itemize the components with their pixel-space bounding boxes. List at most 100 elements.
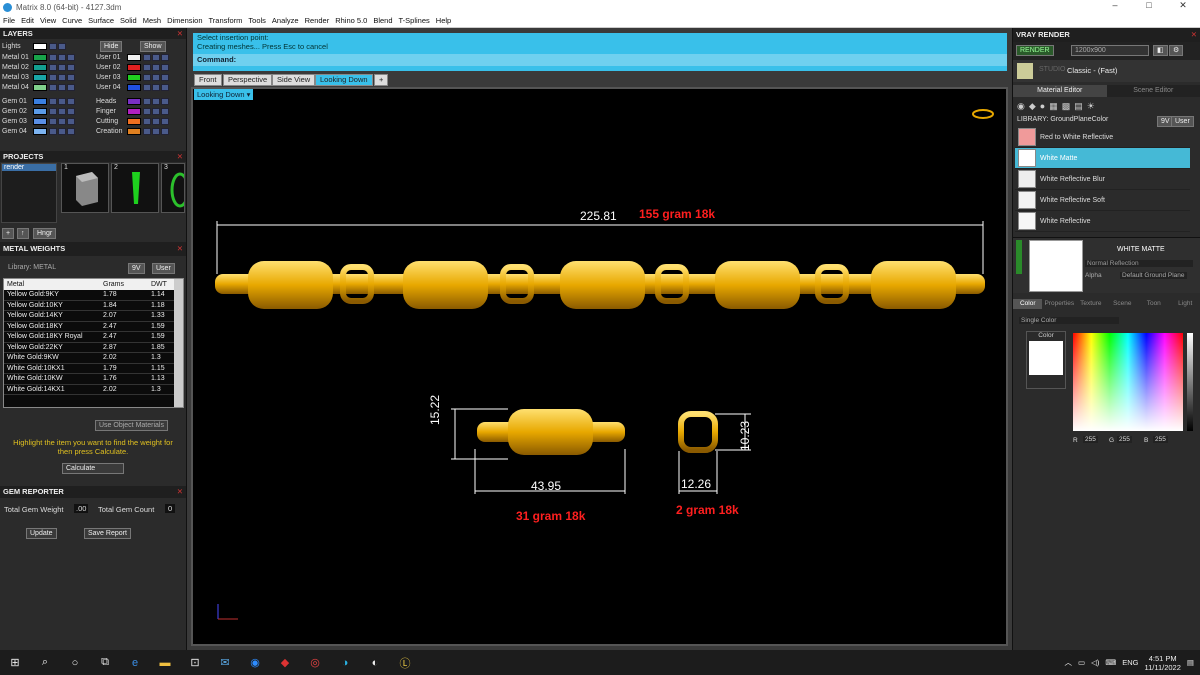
tray-chevron-icon[interactable]: ︿: [1065, 657, 1073, 668]
layer-row[interactable]: Cutting: [96, 116, 170, 126]
layer-lock-icon[interactable]: [143, 83, 151, 91]
command-input[interactable]: Command:: [193, 54, 1007, 66]
widgets-icon[interactable]: ⧉: [90, 650, 120, 675]
menu-item[interactable]: Dimension: [167, 16, 202, 25]
close-icon[interactable]: ✕: [1191, 28, 1197, 42]
material-item[interactable]: Red to White Reflective: [1015, 127, 1190, 148]
layer-row[interactable]: Metal 03: [2, 72, 76, 82]
tab-material-editor[interactable]: Material Editor: [1013, 85, 1107, 97]
language-indicator[interactable]: ENG: [1122, 658, 1138, 667]
layer-color-swatch[interactable]: [127, 83, 141, 91]
grid-icon[interactable]: ▦: [1049, 101, 1058, 112]
layer-visible-icon[interactable]: [152, 83, 160, 91]
layer-lock-icon[interactable]: [143, 63, 151, 71]
layer-lock-icon[interactable]: [49, 117, 57, 125]
layer-color-swatch[interactable]: [127, 127, 141, 135]
layer-row[interactable]: Finger: [96, 106, 170, 116]
save-icon[interactable]: ◧: [1153, 45, 1168, 56]
menu-item[interactable]: File: [3, 16, 15, 25]
layer-select-icon[interactable]: [161, 63, 169, 71]
g-value[interactable]: 255: [1117, 436, 1132, 443]
layer-row[interactable]: Metal 04: [2, 82, 76, 92]
layer-select-icon[interactable]: [161, 117, 169, 125]
menu-item[interactable]: T-Splines: [399, 16, 430, 25]
material-item[interactable]: White Matte: [1015, 148, 1190, 169]
drop-icon[interactable]: ◉: [1017, 101, 1025, 112]
zoom-icon[interactable]: ◉: [240, 650, 270, 675]
layer-visible-icon[interactable]: [58, 83, 66, 91]
layer-lock-icon[interactable]: [143, 107, 151, 115]
show-button[interactable]: Show: [140, 41, 166, 52]
layer-lock-icon[interactable]: [49, 53, 57, 61]
table-row[interactable]: Yellow Gold:10KY 1.84 1.18: [4, 300, 176, 311]
color-mode-select[interactable]: Single Color: [1019, 317, 1119, 324]
settings-icon[interactable]: ⚙: [1169, 45, 1184, 56]
menu-item[interactable]: Transform: [209, 16, 243, 25]
material-item[interactable]: White Reflective Soft: [1015, 190, 1190, 211]
project-thumb-1[interactable]: 1: [61, 163, 109, 213]
layer-row[interactable]: Gem 02: [2, 106, 76, 116]
task-view-icon[interactable]: ○: [60, 650, 90, 675]
maximize-button[interactable]: □: [1132, 0, 1166, 14]
layer-select-icon[interactable]: [67, 127, 75, 135]
layer-row[interactable]: Gem 04: [2, 126, 76, 136]
layer-visible-icon[interactable]: [58, 117, 66, 125]
table-row[interactable]: Yellow Gold:18KY Royal 2.47 1.59: [4, 331, 176, 343]
layer-select-icon[interactable]: [161, 73, 169, 81]
user-button[interactable]: User: [152, 263, 175, 274]
layer-select-icon[interactable]: [67, 107, 75, 115]
close-icon[interactable]: ✕: [177, 28, 183, 39]
table-row[interactable]: Yellow Gold:18KY 2.47 1.59: [4, 321, 176, 332]
table-row[interactable]: Yellow Gold:22KY 2.87 1.85: [4, 342, 176, 353]
layer-color-swatch[interactable]: [33, 53, 47, 61]
minimize-button[interactable]: –: [1098, 0, 1132, 14]
render-size-select[interactable]: 1200x900: [1071, 45, 1149, 56]
menu-item[interactable]: Edit: [21, 16, 34, 25]
grams-column-header[interactable]: Grams: [100, 279, 148, 290]
layer-lock-icon[interactable]: [49, 107, 57, 115]
menu-item[interactable]: Mesh: [143, 16, 161, 25]
rhino-icon[interactable]: ◐: [360, 650, 390, 675]
layer-color-swatch[interactable]: [127, 97, 141, 105]
app-icon[interactable]: Ⓛ: [390, 650, 420, 675]
hinger-button[interactable]: Hngr: [33, 228, 57, 239]
user-button[interactable]: User: [1171, 116, 1194, 127]
metal-column-header[interactable]: Metal: [4, 279, 100, 290]
layer-visible-icon[interactable]: [58, 42, 66, 50]
layer-row[interactable]: User 04: [96, 82, 170, 92]
layer-row[interactable]: Gem 03: [2, 116, 76, 126]
layer-lock-icon[interactable]: [49, 83, 57, 91]
layer-lock-icon[interactable]: [143, 73, 151, 81]
layer-row[interactable]: Creation: [96, 126, 170, 136]
table-row[interactable]: Yellow Gold:14KY 2.07 1.33: [4, 310, 176, 322]
layer-select-icon[interactable]: [67, 73, 75, 81]
menu-item[interactable]: Curve: [62, 16, 82, 25]
menu-item[interactable]: Analyze: [272, 16, 299, 25]
layer-visible-icon[interactable]: [152, 73, 160, 81]
layer-row[interactable]: Metal 01: [2, 52, 76, 62]
menu-item[interactable]: View: [40, 16, 56, 25]
close-button[interactable]: ✕: [1166, 0, 1200, 14]
layer-select-icon[interactable]: [67, 63, 75, 71]
lights-swatch[interactable]: [33, 42, 47, 50]
layer-visible-icon[interactable]: [58, 63, 66, 71]
save-report-button[interactable]: Save Report: [84, 528, 131, 539]
file-explorer-icon[interactable]: ▬: [150, 650, 180, 675]
layer-row[interactable]: Heads: [96, 96, 170, 106]
layer-lock-icon[interactable]: [143, 97, 151, 105]
tab-looking-down[interactable]: Looking Down: [315, 74, 373, 86]
layer-color-swatch[interactable]: [33, 83, 47, 91]
keyboard-icon[interactable]: ⌨: [1105, 658, 1116, 667]
layer-visible-icon[interactable]: [58, 127, 66, 135]
tab-front[interactable]: Front: [194, 74, 222, 86]
table-row[interactable]: Yellow Gold:9KY 1.78 1.14: [4, 289, 176, 301]
layer-visible-icon[interactable]: [58, 73, 66, 81]
material-item[interactable]: White Reflective Blur: [1015, 169, 1190, 190]
sphere-icon[interactable]: ●: [1040, 101, 1045, 111]
menu-item[interactable]: Help: [436, 16, 451, 25]
viewport[interactable]: Looking Down ▾ 225.81 155 gram 18k 15.22…: [191, 87, 1008, 646]
volume-icon[interactable]: ◁): [1091, 658, 1099, 667]
layer-lock-icon[interactable]: [49, 97, 57, 105]
layer-color-swatch[interactable]: [33, 127, 47, 135]
subtab-texture[interactable]: Texture: [1076, 299, 1105, 309]
